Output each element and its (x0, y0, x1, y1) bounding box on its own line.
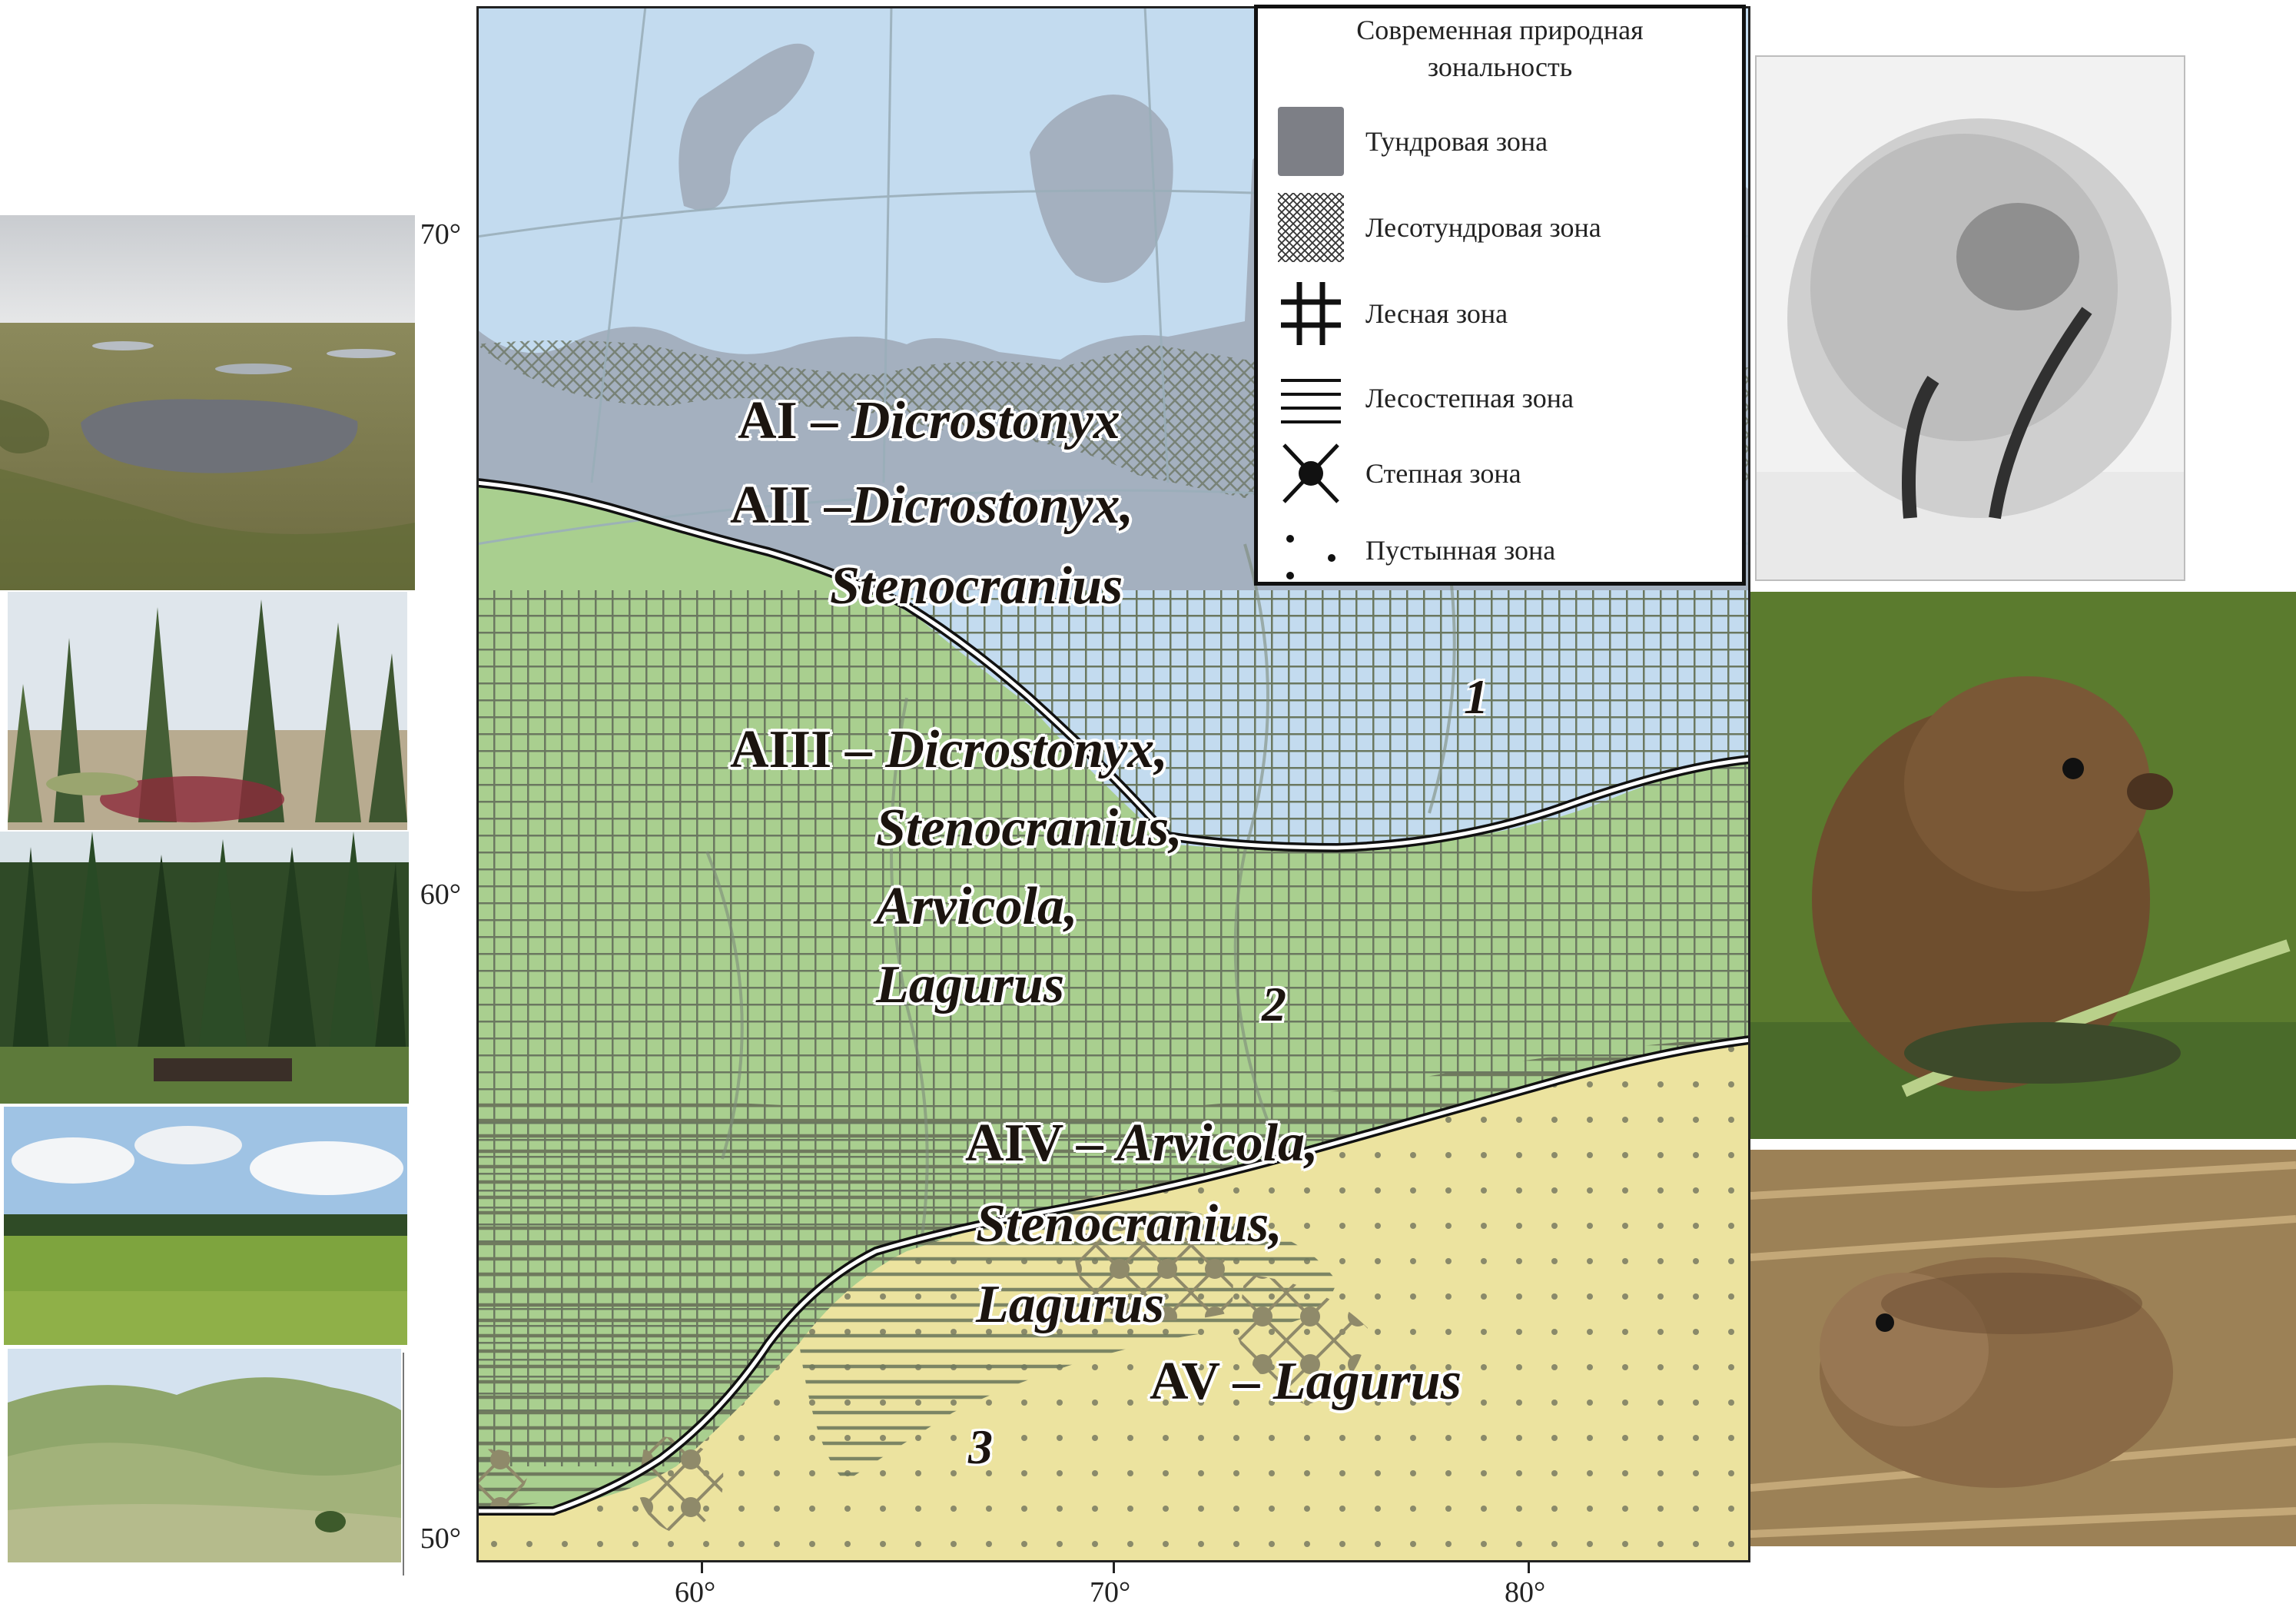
taiga-forest-landscape-photo (0, 832, 409, 1104)
legend-label-forest-steppe: Лесостепная зона (1365, 383, 1574, 413)
region-label-aiii-line2: Stenocranius, (876, 799, 1183, 858)
region-label-aiii-line4: Lagurus (876, 955, 1065, 1014)
forest-tundra-landscape-photo (8, 592, 407, 830)
zone-number-1: 1 (1464, 669, 1488, 724)
desert-swatch (1278, 516, 1344, 585)
region-label-aiv-line3: Lagurus (976, 1275, 1165, 1334)
lon-tick-70 (1113, 1562, 1115, 1573)
legend-item-forest-steppe: Лесостепная зона (1278, 364, 1739, 433)
lon-tick-60 (701, 1562, 703, 1573)
legend-label-desert: Пустынная зона (1365, 535, 1556, 566)
region-label-aii-line2: Stenocranius (830, 556, 1123, 616)
legend-item-forest: Лесная зона (1278, 279, 1739, 348)
legend-label-steppe: Степная зона (1365, 458, 1521, 489)
legend-item-forest-tundra: Лесотундровая зона (1278, 193, 1739, 262)
lon-tick-80 (1528, 1562, 1530, 1573)
legend: Современная природная зональность Тундро… (1254, 5, 1746, 586)
lon-label-80: 80° (1505, 1576, 1546, 1609)
collared-lemming-photo (1755, 55, 2185, 581)
forest-steppe-landscape-photo (4, 1107, 407, 1345)
region-label-aii: AII –Dicrostonyx, (730, 476, 1134, 535)
forest-swatch (1278, 279, 1344, 348)
legend-label-tundra: Тундровая зона (1365, 126, 1548, 157)
zone-number-2: 2 (1262, 977, 1286, 1031)
forest-tundra-swatch (1278, 193, 1344, 262)
region-label-aiii: AIII – Dicrostonyx, (730, 720, 1168, 779)
lat-label-70: 70° (420, 218, 461, 251)
legend-title: Современная природная зональность (1356, 15, 1644, 82)
steppe-swatch (1278, 439, 1344, 508)
lat-label-50: 50° (420, 1522, 461, 1555)
legend-item-tundra: Тундровая зона (1278, 107, 1739, 176)
steppe-lemming-photo (1750, 1150, 2296, 1546)
region-label-ai: AI – Dicrostonyx (738, 391, 1120, 450)
zone-number-3: 3 (968, 1419, 993, 1474)
region-label-aiii-line3: Arvicola, (876, 877, 1078, 936)
legend-item-desert: Пустынная зона (1278, 516, 1739, 585)
steppe-landscape-photo (8, 1349, 401, 1562)
region-label-av: AV – Lagurus (1150, 1352, 1462, 1411)
lon-label-70: 70° (1090, 1576, 1131, 1609)
region-label-aiv: AIV – Arvicola, (965, 1114, 1319, 1173)
legend-label-forest: Лесная зона (1365, 298, 1508, 329)
tundra-swatch (1278, 107, 1344, 176)
legend-item-steppe: Степная зона (1278, 439, 1739, 508)
legend-label-forest-tundra: Лесотундровая зона (1365, 212, 1601, 243)
region-label-aiv-line2: Stenocranius, (976, 1194, 1282, 1253)
tundra-landscape-photo (0, 215, 415, 590)
water-vole-photo (1750, 592, 2296, 1139)
forest-steppe-swatch (1278, 364, 1344, 433)
lat-label-60: 60° (420, 878, 461, 911)
lon-label-60: 60° (675, 1576, 716, 1609)
